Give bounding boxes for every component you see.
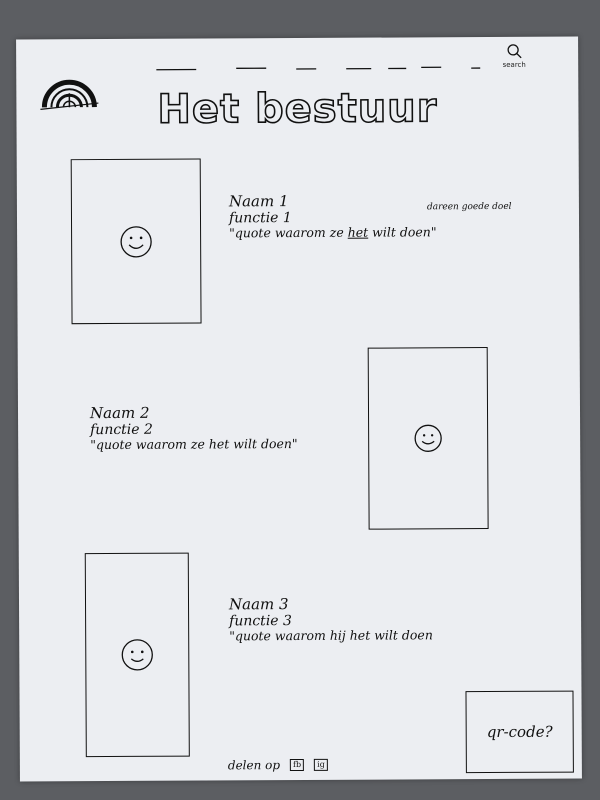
instagram-share-icon[interactable]: ig [314,758,328,771]
member-1-note: dareen goede doel [426,201,512,213]
member-3-quote: "quote waarom hij het wilt doen [229,627,433,644]
search-button[interactable]: search [494,43,534,73]
share-label: delen op [227,758,281,773]
member-photo-2[interactable] [367,347,489,530]
smiley-face-icon [414,424,442,452]
share-bar: delen op fb ig [228,756,328,775]
search-icon [507,44,522,59]
member-1-name: Naam 1 [228,192,289,211]
member-3-info: Naam 3 functie 3 "quote waarom hij het w… [229,595,433,644]
sketch-paper: search Het bestuur dareen goede doel Naa… [16,36,582,782]
member-2-info: Naam 2 functie 2 "quote waarom ze het wi… [90,404,298,453]
search-label: search [502,60,526,69]
member-1-info: Naam 1 functie 1 "quote waarom ze het wi… [229,192,437,241]
page-title: Het bestuur [156,84,438,133]
nav-menu [156,59,496,73]
member-3-name: Naam 3 [228,595,289,614]
facebook-share-icon[interactable]: fb [290,758,305,772]
qr-code-placeholder: qr-code? [465,690,574,774]
smiley-face-icon [120,225,152,258]
member-photo-3[interactable] [84,552,190,758]
member-2-quote: "quote waarom ze het wilt doen" [90,436,298,453]
member-2-name: Naam 2 [89,403,150,423]
member-1-quote: "quote waarom ze het wilt doen" [229,224,437,241]
member-photo-1[interactable] [70,158,202,325]
smiley-face-icon [121,639,153,671]
